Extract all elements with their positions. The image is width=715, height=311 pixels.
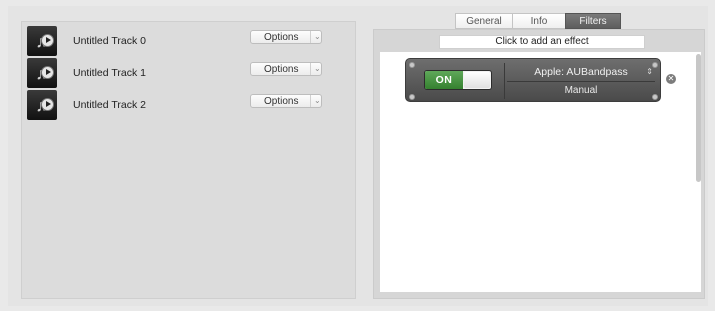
options-dropdown[interactable]: Options ⌄ bbox=[250, 94, 322, 108]
effect-unit: ON Apple: AUBandpass ⇕ Manual bbox=[405, 58, 661, 102]
tab-general[interactable]: General bbox=[455, 13, 513, 29]
chevron-down-icon: ⌄ bbox=[310, 95, 321, 107]
music-track-icon: ♫ bbox=[27, 26, 57, 56]
effect-enable-toggle[interactable]: ON bbox=[424, 70, 492, 90]
track-name: Untitled Track 0 bbox=[73, 35, 146, 47]
screw-icon bbox=[409, 62, 415, 68]
up-down-stepper-icon: ⇕ bbox=[646, 67, 653, 76]
effect-name: Apple: AUBandpass bbox=[534, 66, 628, 78]
options-dropdown[interactable]: Options ⌄ bbox=[250, 62, 322, 76]
effect-selector[interactable]: Apple: AUBandpass ⇕ bbox=[507, 63, 655, 82]
toggle-knob bbox=[464, 72, 490, 88]
divider bbox=[504, 63, 505, 99]
track-name: Untitled Track 2 bbox=[73, 99, 146, 111]
options-label: Options bbox=[264, 64, 299, 75]
screw-icon bbox=[409, 94, 415, 100]
options-dropdown[interactable]: Options ⌄ bbox=[250, 30, 322, 44]
track-row[interactable]: ♫ Untitled Track 2 Options ⌄ bbox=[27, 90, 352, 120]
music-track-icon: ♫ bbox=[27, 58, 57, 88]
add-effect-button[interactable]: Click to add an effect bbox=[439, 35, 645, 49]
effect-preset-button[interactable]: Manual bbox=[507, 83, 655, 99]
scrollbar[interactable] bbox=[696, 54, 701, 182]
chevron-down-icon: ⌄ bbox=[310, 63, 321, 75]
chevron-down-icon: ⌄ bbox=[310, 31, 321, 43]
track-row[interactable]: ♫ Untitled Track 1 Options ⌄ bbox=[27, 58, 352, 88]
track-name: Untitled Track 1 bbox=[73, 67, 146, 79]
track-list-panel: ♫ Untitled Track 0 Options ⌄ ♫ Untitled … bbox=[21, 21, 356, 299]
tab-info[interactable]: Info bbox=[512, 13, 566, 29]
track-row[interactable]: ♫ Untitled Track 0 Options ⌄ bbox=[27, 26, 352, 56]
options-label: Options bbox=[264, 32, 299, 43]
toggle-on-label: ON bbox=[425, 71, 463, 89]
close-circle-icon[interactable]: ✕ bbox=[666, 74, 676, 84]
options-label: Options bbox=[264, 96, 299, 107]
music-track-icon: ♫ bbox=[27, 90, 57, 120]
tab-filters[interactable]: Filters bbox=[565, 13, 621, 29]
